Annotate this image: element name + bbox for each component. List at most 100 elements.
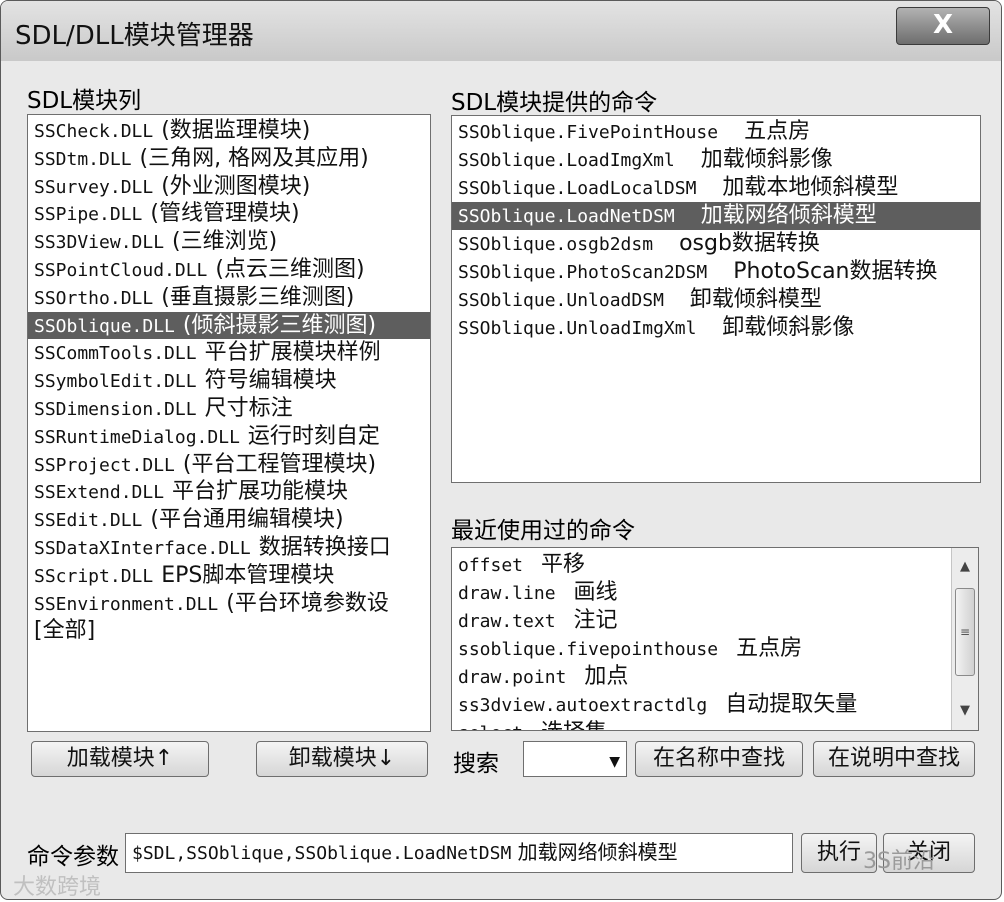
- recent-list-item[interactable]: offset 平移: [452, 551, 950, 579]
- item-name: SSDtm.DLL: [34, 148, 132, 170]
- item-description: 加点: [584, 664, 629, 689]
- module-list-item[interactable]: SSEnvironment.DLL (平台环境参数设: [28, 590, 430, 618]
- item-name: SSCommTools.DLL: [34, 343, 197, 365]
- item-name: SSEnvironment.DLL: [34, 593, 219, 615]
- module-list-item[interactable]: SSymbolEdit.DLL 符号编辑模块: [28, 367, 430, 395]
- module-list-item[interactable]: SSCheck.DLL (数据监理模块): [28, 117, 430, 145]
- item-name: draw.line: [458, 583, 556, 604]
- item-description: 卸载倾斜模型: [689, 287, 822, 312]
- item-name: draw.text: [458, 611, 556, 632]
- item-description: 平台扩展功能模块: [172, 479, 349, 505]
- command-params-label: 命令参数: [27, 844, 119, 870]
- item-name: SSymbolEdit.DLL: [34, 371, 197, 393]
- search-label: 搜索: [453, 751, 499, 777]
- item-description: 加载本地倾斜模型: [722, 175, 899, 200]
- scroll-up-icon[interactable]: ▲: [952, 554, 978, 580]
- module-list-item[interactable]: SSPipe.DLL (管线管理模块): [28, 200, 430, 228]
- item-name: SSCheck.DLL: [34, 121, 154, 142]
- item-description: (平台环境参数设: [226, 590, 389, 616]
- watermark-right: 3S前沿: [863, 849, 935, 874]
- recent-list-item[interactable]: draw.point 加点: [452, 663, 950, 691]
- params-value-name: $SDL,SSOblique,SSOblique.LoadNetDSM: [132, 843, 512, 864]
- command-list-item[interactable]: SSOblique.UnloadDSM 卸载倾斜模型: [452, 286, 980, 314]
- item-description: 运行时刻自定: [247, 423, 380, 449]
- module-list-item[interactable]: SSDataXInterface.DLL 数据转换接口: [28, 534, 430, 562]
- command-list-item[interactable]: SSOblique.LoadLocalDSM 加载本地倾斜模型: [452, 174, 980, 202]
- item-name: SSPipe.DLL: [34, 204, 143, 226]
- module-list-item[interactable]: [全部]: [28, 617, 430, 645]
- command-list-item[interactable]: SSOblique.osgb2dsm osgb数据转换: [452, 230, 980, 258]
- item-name: ssoblique.fivepointhouse: [458, 639, 719, 660]
- module-list-item[interactable]: SSOrtho.DLL (垂直摄影三维测图): [28, 284, 430, 312]
- search-combobox[interactable]: ▼: [523, 741, 627, 777]
- item-description: 注记: [573, 608, 618, 633]
- recent-list-item[interactable]: draw.text 注记: [452, 607, 950, 635]
- module-list-item[interactable]: SS3DView.DLL (三维浏览): [28, 228, 430, 256]
- find-in-name-button[interactable]: 在名称中查找: [635, 741, 803, 777]
- scroll-thumb[interactable]: ≡: [955, 588, 975, 676]
- item-description: 选择集: [541, 720, 607, 730]
- item-description: 加载倾斜影像: [700, 147, 833, 172]
- recent-list-item[interactable]: ss3dview.autoextractdlg 自动提取矢量: [452, 691, 950, 719]
- item-name: SS3DView.DLL: [34, 232, 165, 254]
- module-list-item[interactable]: SSCommTools.DLL 平台扩展模块样例: [28, 339, 430, 367]
- params-value-desc: 加载网络倾斜模型: [517, 840, 678, 864]
- item-description: 符号编辑模块: [204, 368, 337, 394]
- module-list-item[interactable]: SSProject.DLL (平台工程管理模块): [28, 451, 430, 479]
- dll-module-manager-window: SDL/DLL模块管理器 X SDL模块列 SSCheck.DLL (数据监理模块…: [0, 0, 1002, 900]
- item-description: (三角网, 格网及其应用): [139, 145, 369, 171]
- unload-module-button[interactable]: 卸载模块↓: [256, 741, 428, 777]
- recent-scrollbar[interactable]: ▲ ≡ ▼: [951, 548, 978, 730]
- item-name: SSurvey.DLL: [34, 176, 154, 198]
- module-list-item[interactable]: SScript.DLL EPS脚本管理模块: [28, 562, 430, 590]
- recent-list-item[interactable]: ssoblique.fivepointhouse 五点房: [452, 635, 950, 663]
- item-description: (点云三维测图): [215, 256, 365, 282]
- module-list-item[interactable]: SSExtend.DLL 平台扩展功能模块: [28, 478, 430, 506]
- module-list-item[interactable]: SSOblique.DLL (倾斜摄影三维测图): [28, 311, 430, 340]
- recent-items: offset 平移 draw.line 画线 draw.text 注记 ssoblique.…: [452, 551, 950, 730]
- item-name: SSOblique.DLL: [34, 315, 175, 337]
- module-list-item[interactable]: SSEdit.DLL (平台通用编辑模块): [28, 506, 430, 534]
- command-list-item[interactable]: SSOblique.FivePointHouse 五点房: [452, 118, 980, 146]
- recent-list-item[interactable]: draw.line 画线: [452, 579, 950, 607]
- item-description: 画线: [573, 580, 618, 605]
- item-name: SSOblique.LoadNetDSM: [458, 206, 675, 227]
- module-list-item[interactable]: SSDimension.DLL 尺寸标注: [28, 395, 430, 423]
- item-name: SScript.DLL: [34, 565, 154, 587]
- recent-commands-label: 最近使用过的命令: [451, 518, 635, 544]
- item-name: SSDataXInterface.DLL: [34, 537, 251, 559]
- close-icon: X: [932, 10, 954, 40]
- item-description: 五点房: [736, 636, 803, 661]
- module-list-item[interactable]: SSDtm.DLL (三角网, 格网及其应用): [28, 145, 430, 173]
- close-window-button[interactable]: X: [896, 7, 990, 45]
- command-list-item[interactable]: SSOblique.UnloadImgXml 卸载倾斜影像: [452, 314, 980, 342]
- module-list-item[interactable]: SSurvey.DLL (外业测图模块): [28, 173, 430, 201]
- item-description: (平台工程管理模块): [182, 451, 377, 477]
- recent-commands-listbox[interactable]: offset 平移 draw.line 画线 draw.text 注记 ssoblique.…: [451, 547, 979, 731]
- recent-list-item[interactable]: select 选择集: [452, 719, 950, 730]
- watermark-left: 大数跨境: [13, 875, 102, 900]
- module-list-item[interactable]: SSRuntimeDialog.DLL 运行时刻自定: [28, 423, 430, 451]
- scroll-down-icon[interactable]: ▼: [952, 698, 978, 724]
- item-name: SSEdit.DLL: [34, 510, 143, 532]
- item-name: SSOblique.osgb2dsm: [458, 234, 654, 255]
- item-description: 平台扩展模块样例: [204, 340, 381, 366]
- item-name: SSProject.DLL: [34, 454, 175, 476]
- command-list-item[interactable]: SSOblique.PhotoScan2DSM PhotoScan数据转换: [452, 258, 980, 286]
- command-params-field[interactable]: $SDL,SSOblique,SSOblique.LoadNetDSM 加载网络…: [125, 833, 793, 873]
- item-name: select: [458, 723, 523, 730]
- module-list-label: SDL模块列: [27, 88, 142, 114]
- find-in-description-button[interactable]: 在说明中查找: [813, 741, 975, 777]
- module-listbox[interactable]: SSCheck.DLL (数据监理模块) SSDtm.DLL (三角网, 格网及其应用…: [27, 114, 431, 732]
- command-list-item[interactable]: SSOblique.LoadImgXml 加载倾斜影像: [452, 146, 980, 174]
- window-title: SDL/DLL模块管理器: [15, 21, 254, 51]
- item-name: SSPointCloud.DLL: [34, 259, 208, 281]
- command-list-item[interactable]: SSOblique.LoadNetDSM 加载网络倾斜模型: [452, 202, 980, 230]
- command-listbox[interactable]: SSOblique.FivePointHouse 五点房 SSOblique.Loa…: [451, 115, 981, 483]
- item-description: PhotoScan数据转换: [733, 259, 938, 284]
- load-module-button[interactable]: 加载模块↑: [31, 741, 209, 777]
- item-description: (平台通用编辑模块): [150, 507, 344, 533]
- title-bar[interactable]: SDL/DLL模块管理器 X: [1, 1, 1001, 61]
- item-name: SSOblique.LoadImgXml: [458, 150, 675, 171]
- module-list-item[interactable]: SSPointCloud.DLL (点云三维测图): [28, 256, 430, 284]
